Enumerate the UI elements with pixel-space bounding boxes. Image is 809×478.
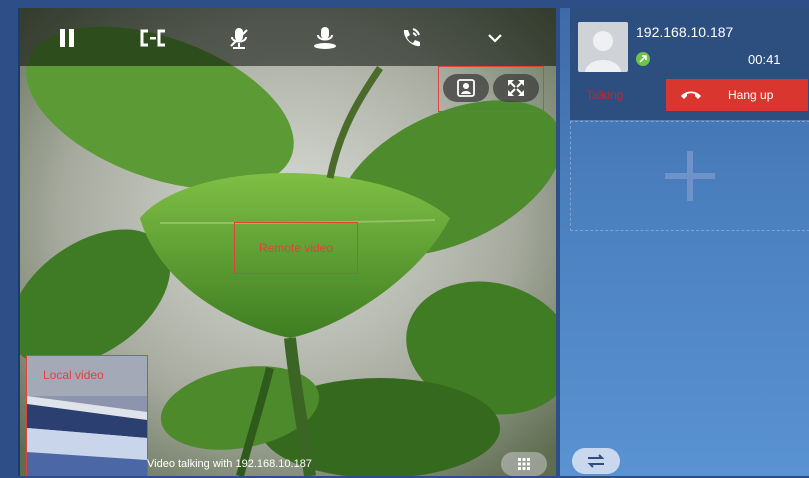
conference-icon [140,29,165,47]
user-avatar-icon [578,22,628,72]
keypad-button[interactable] [501,452,547,476]
active-call-card[interactable]: 192.168.10.187 00:41 Talking Hang up [570,8,809,121]
transfer-icon [403,28,420,47]
switch-line-button[interactable] [572,448,620,474]
hang-up-icon [681,91,701,99]
call-panel: 192.168.10.187 00:41 Talking Hang up [560,8,809,476]
record-icon [314,27,336,49]
chevron-down-icon [488,34,502,43]
local-video-label: Local video [43,368,104,382]
keypad-icon [518,458,530,470]
swap-video-button[interactable] [443,74,489,102]
hang-up-label: Hang up [728,88,774,102]
caller-id: 192.168.10.187 [636,24,734,40]
video-controls-highlight [438,66,544,112]
call-state-label: Talking [586,88,624,102]
video-pane: Remote video Local video Video talking w… [18,8,556,476]
pause-button[interactable] [44,18,90,58]
swap-arrows-icon [587,454,605,468]
hang-up-button[interactable]: Hang up [666,79,808,111]
mute-icon [230,28,248,49]
outgoing-call-icon [636,52,650,66]
avatar [578,22,628,72]
fullscreen-button[interactable] [493,74,539,102]
add-call-button[interactable] [570,121,809,231]
record-button[interactable] [302,18,348,58]
remote-video-label: Remote video [258,241,334,255]
local-video-preview[interactable]: Local video [26,355,148,476]
more-button[interactable] [472,18,518,58]
remote-video-annotation: Remote video [234,222,358,274]
call-status-text: Video talking with 192.168.10.187 [147,458,312,470]
transfer-button[interactable] [388,18,434,58]
expand-icon [508,80,524,96]
pause-icon [60,29,74,47]
plus-icon [665,151,715,201]
call-timer: 00:41 [748,52,781,67]
mute-button[interactable] [216,18,262,58]
call-toolbar [20,8,556,66]
contact-card-icon [457,79,475,97]
conference-button[interactable] [130,18,176,58]
